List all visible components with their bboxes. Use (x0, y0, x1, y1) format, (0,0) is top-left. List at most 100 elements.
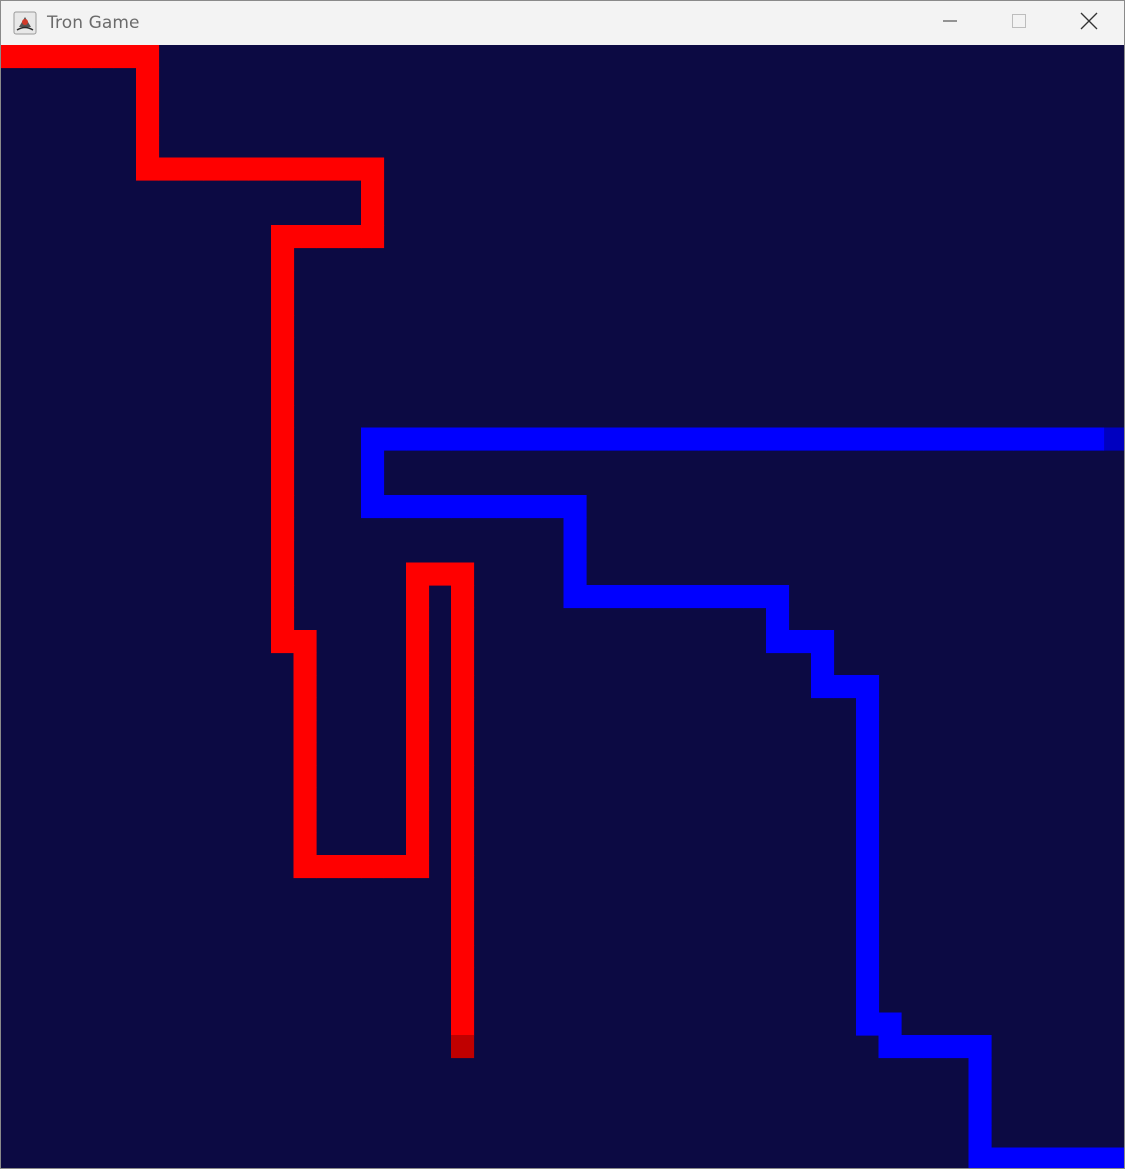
trail-cell (946, 427, 970, 451)
trail-cell (856, 720, 880, 744)
trail-cell (653, 427, 677, 451)
trail-cell (316, 157, 340, 181)
trail-cell (451, 810, 475, 834)
trail-cell (271, 585, 295, 609)
trail-cell (631, 585, 655, 609)
trail-cell (923, 427, 947, 451)
trail-cell (901, 1035, 925, 1059)
trail-cell (271, 450, 295, 474)
trail-cell (226, 157, 250, 181)
trail-cell (856, 697, 880, 721)
trail-cell (451, 900, 475, 924)
player-2-head (1103, 427, 1124, 451)
trail-cell (451, 607, 475, 631)
trail-cell (406, 810, 430, 834)
trail-cell (293, 157, 317, 181)
minimize-button[interactable] (915, 1, 985, 45)
trail-cell (991, 1147, 1015, 1168)
trail-cell (293, 787, 317, 811)
trail-cell (361, 180, 385, 204)
trail-cell (1081, 427, 1105, 451)
trail-cell (721, 427, 745, 451)
trail-cell (1013, 427, 1037, 451)
trail-cell (406, 697, 430, 721)
app-window: Tron Game (0, 0, 1125, 1169)
trail-cell (451, 765, 475, 789)
trail-cell (451, 967, 475, 991)
trail-cell (788, 427, 812, 451)
trail-cell (293, 832, 317, 856)
trail-cell (136, 90, 160, 114)
trail-cell (856, 787, 880, 811)
trail-cell (451, 652, 475, 676)
trail-cell (406, 630, 430, 654)
trail-cell (563, 562, 587, 586)
title-bar[interactable]: Tron Game (1, 1, 1124, 45)
trail-cell (293, 855, 317, 879)
trail-cell (23, 45, 47, 69)
trail-cell (271, 247, 295, 271)
trail-cell (361, 855, 385, 879)
window-title: Tron Game (47, 13, 140, 33)
trail-cell (361, 450, 385, 474)
trail-cell (91, 45, 115, 69)
trail-cell (136, 112, 160, 136)
minimize-icon (942, 13, 958, 34)
maximize-button[interactable] (984, 1, 1054, 45)
trail-cell (518, 495, 542, 519)
trail-cell (293, 720, 317, 744)
trail-cell (113, 45, 137, 69)
trail-cell (271, 315, 295, 339)
trail-cell (563, 540, 587, 564)
trail-cell (788, 630, 812, 654)
trail-cell (1, 45, 25, 69)
trail-cell (406, 765, 430, 789)
trail-cell (901, 427, 925, 451)
trail-cell (991, 427, 1015, 451)
trail-cell (406, 427, 430, 451)
trail-cell (743, 585, 767, 609)
trail-cell (856, 832, 880, 856)
trail-cell (563, 495, 587, 519)
close-button[interactable] (1054, 1, 1124, 45)
trail-cell (361, 495, 385, 519)
trail-cell (856, 810, 880, 834)
trail-cell (878, 427, 902, 451)
trail-cell (361, 202, 385, 226)
trail-cell (248, 157, 272, 181)
trail-cell (451, 787, 475, 811)
trail-cell (406, 585, 430, 609)
trail-cell (811, 427, 835, 451)
trail-cell (451, 720, 475, 744)
trail-cell (496, 427, 520, 451)
trail-cell (833, 427, 857, 451)
trail-cell (293, 765, 317, 789)
trail-cell (856, 990, 880, 1014)
trail-cell (271, 382, 295, 406)
trail-cell (406, 675, 430, 699)
trail-cell (811, 652, 835, 676)
trail-cell (271, 225, 295, 249)
trail-cell (158, 157, 182, 181)
trail-cell (856, 765, 880, 789)
java-app-icon[interactable] (13, 11, 37, 35)
trail-cell (428, 562, 452, 586)
trail-cell (271, 517, 295, 541)
trail-cell (676, 427, 700, 451)
trail-cell (923, 1035, 947, 1059)
trail-cell (271, 540, 295, 564)
trail-cell (406, 742, 430, 766)
board-background (1, 45, 1124, 1168)
trail-cell (136, 45, 160, 69)
trail-cell (451, 675, 475, 699)
trail-cell (1058, 427, 1082, 451)
trail-cell (271, 607, 295, 631)
game-board[interactable] (1, 45, 1124, 1168)
trail-cell (406, 855, 430, 879)
trail-cell (1058, 1147, 1082, 1168)
trail-cell (383, 495, 407, 519)
trail-cell (856, 877, 880, 901)
trail-cell (271, 472, 295, 496)
trail-cell (271, 157, 295, 181)
trail-cell (473, 427, 497, 451)
